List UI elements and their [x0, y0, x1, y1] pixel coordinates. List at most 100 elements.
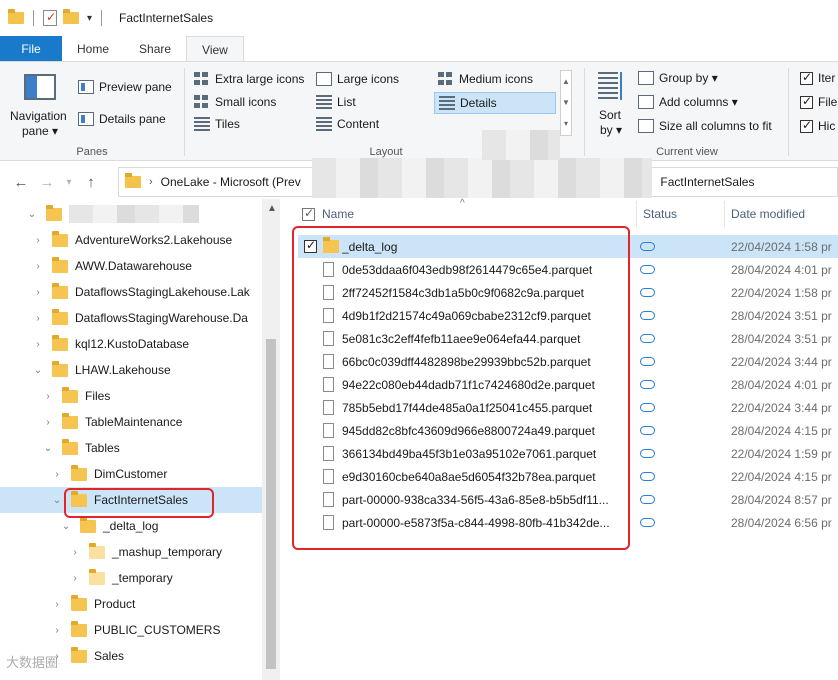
chevron-down-icon[interactable]: ⌄ — [60, 521, 72, 532]
chevron-up-icon[interactable]: ▲ — [561, 71, 571, 92]
preview-pane-button[interactable]: Preview pane — [78, 80, 172, 94]
tree-item[interactable]: › AWW.Datawarehouse — [0, 253, 262, 279]
chevron-right-icon[interactable]: › — [32, 287, 44, 298]
properties-icon[interactable] — [43, 10, 57, 26]
file-date: 22/04/2024 1:59 pr — [731, 446, 832, 461]
more-icon[interactable]: ▾ — [561, 113, 571, 134]
breadcrumb-item-current[interactable]: FactInternetSales — [660, 175, 754, 189]
navigation-pane-icon[interactable] — [24, 74, 56, 100]
size-all-columns-button[interactable]: Size all columns to fit — [638, 119, 772, 133]
divider — [101, 10, 103, 26]
highlight-box — [292, 226, 630, 550]
tree-item-label: _temporary — [112, 571, 173, 585]
content-button[interactable]: Content — [316, 117, 379, 131]
navigation-pane-button[interactable]: Navigation — [10, 109, 67, 123]
chevron-down-icon[interactable]: ▼ — [561, 92, 571, 113]
chevron-right-icon[interactable]: › — [32, 261, 44, 272]
tab-file[interactable]: File — [0, 36, 62, 62]
column-date-modified[interactable]: Date modified — [731, 207, 805, 221]
tree-item[interactable]: ⌄ Tables — [0, 435, 262, 461]
tree-item-root[interactable]: ⌄ — [0, 201, 262, 227]
chevron-right-icon[interactable]: › — [32, 313, 44, 324]
tree-scrollbar[interactable]: ▲ — [262, 199, 280, 680]
chevron-down-icon[interactable]: ▾ — [87, 13, 92, 24]
cloud-icon — [640, 357, 655, 366]
tree-item[interactable]: › Files — [0, 383, 262, 409]
forward-arrow-icon[interactable]: → — [34, 174, 60, 191]
back-arrow-icon[interactable]: ← — [8, 174, 34, 191]
checkbox[interactable] — [800, 70, 813, 85]
checkbox[interactable] — [800, 118, 813, 133]
list-button[interactable]: List — [316, 95, 356, 109]
recent-chevron-icon[interactable]: ▾ — [60, 177, 78, 188]
sort-icon[interactable] — [598, 72, 618, 100]
tree-item[interactable]: › _mashup_temporary — [0, 539, 262, 565]
chevron-right-icon[interactable]: › — [51, 469, 63, 480]
checkbox[interactable] — [800, 94, 813, 109]
sort-button[interactable]: Sort — [599, 108, 621, 122]
file-date: 28/04/2024 6:56 pr — [731, 515, 832, 530]
chevron-down-icon[interactable]: ⌄ — [32, 365, 44, 376]
tab-share[interactable]: Share — [124, 36, 186, 62]
file-extensions-toggle[interactable]: File — [800, 94, 837, 109]
hidden-items-label: Hic — [818, 119, 836, 133]
group-by-label: Group by ▾ — [659, 71, 718, 85]
tiles-label: Tiles — [215, 117, 240, 131]
select-all-checkbox[interactable] — [302, 206, 315, 221]
sort-arrow-icon — [620, 72, 628, 100]
breadcrumb-item-onelake[interactable]: OneLake - Microsoft (Prev — [161, 175, 301, 189]
tree-item[interactable]: › AdventureWorks2.Lakehouse — [0, 227, 262, 253]
group-by-button[interactable]: Group by ▾ — [638, 71, 718, 85]
scrollbar-thumb[interactable] — [266, 339, 276, 669]
tree-item[interactable]: › Product — [0, 591, 262, 617]
breadcrumb-separator[interactable]: › — [149, 176, 153, 188]
add-columns-icon — [638, 95, 654, 109]
tree-item[interactable]: › DataflowsStagingLakehouse.Lak — [0, 279, 262, 305]
chevron-right-icon[interactable]: › — [42, 391, 54, 402]
sort-by-button[interactable]: by ▾ — [600, 123, 622, 137]
tab-home[interactable]: Home — [62, 36, 124, 62]
chevron-right-icon[interactable]: › — [32, 339, 44, 350]
new-folder-icon[interactable] — [63, 9, 79, 24]
add-columns-button[interactable]: Add columns ▾ — [638, 95, 738, 109]
details-pane-button[interactable]: Details pane — [78, 112, 166, 126]
column-name[interactable]: Name — [322, 207, 354, 221]
tree-item[interactable]: › kql12.KustoDatabase — [0, 331, 262, 357]
tree-item[interactable]: › TableMaintenance — [0, 409, 262, 435]
chevron-right-icon[interactable]: › — [69, 547, 81, 558]
tree-item[interactable]: ⌄ LHAW.Lakehouse — [0, 357, 262, 383]
item-checkboxes-toggle[interactable]: Iter — [800, 70, 835, 85]
tiles-button[interactable]: Tiles — [194, 117, 240, 131]
chevron-up-icon[interactable]: ▲ — [267, 203, 277, 214]
extra-large-icons-button[interactable]: Extra large icons — [194, 72, 304, 86]
tree-item[interactable]: › DataflowsStagingWarehouse.Da — [0, 305, 262, 331]
tree-item-label: Files — [85, 389, 111, 403]
folder-icon[interactable] — [8, 9, 24, 24]
large-icons-button[interactable]: Large icons — [316, 72, 399, 86]
chevron-right-icon[interactable]: › — [51, 599, 63, 610]
hidden-items-toggle[interactable]: Hic — [800, 118, 836, 133]
up-arrow-icon[interactable]: ↑ — [78, 174, 104, 191]
file-date: 22/04/2024 4:15 pr — [731, 469, 832, 484]
tree-item[interactable]: › _temporary — [0, 565, 262, 591]
tree-item[interactable]: › PUBLIC_CUSTOMERS — [0, 617, 262, 643]
medium-icons-button[interactable]: Medium icons — [438, 72, 533, 86]
chevron-right-icon[interactable]: › — [51, 625, 63, 636]
chevron-down-icon[interactable]: ⌄ — [51, 495, 63, 506]
small-icons-button[interactable]: Small icons — [194, 95, 276, 109]
layout-gallery-scroll[interactable]: ▲ ▼ ▾ — [560, 70, 572, 136]
navigation-pane-button-label[interactable]: pane ▾ — [22, 124, 58, 138]
tree-item-label: Product — [94, 597, 136, 611]
chevron-down-icon[interactable]: ⌄ — [26, 209, 38, 220]
preview-pane-label: Preview pane — [99, 80, 172, 94]
folder-icon — [125, 173, 141, 188]
details-button[interactable]: Details — [434, 92, 556, 114]
chevron-right-icon[interactable]: › — [42, 417, 54, 428]
chevron-right-icon[interactable]: › — [32, 235, 44, 246]
chevron-right-icon[interactable]: › — [69, 573, 81, 584]
tab-view[interactable]: View — [186, 36, 244, 62]
column-status[interactable]: Status — [643, 207, 677, 221]
chevron-down-icon[interactable]: ⌄ — [42, 443, 54, 454]
tree-item[interactable]: › DimCustomer — [0, 461, 262, 487]
folder-icon — [52, 308, 68, 325]
